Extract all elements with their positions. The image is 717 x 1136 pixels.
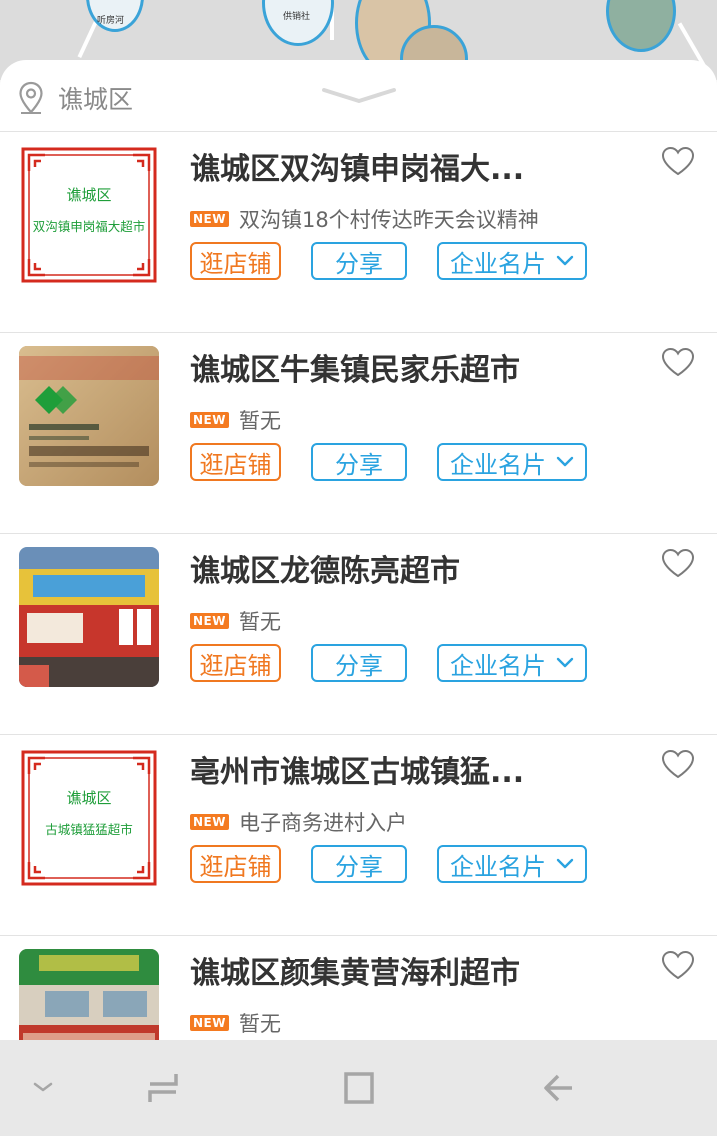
map-bubble[interactable] bbox=[606, 0, 676, 52]
favorite-heart-icon[interactable] bbox=[661, 950, 695, 980]
business-card-button[interactable]: 企业名片 bbox=[437, 242, 587, 280]
shop-list-sheet: 谯城区 谯城区 双沟镇申岗福大超市 谯城区双沟镇申岗福大... NEW 双沟镇1… bbox=[0, 60, 717, 1040]
chevron-down-icon bbox=[556, 456, 574, 467]
visit-store-button[interactable]: 逛店铺 bbox=[190, 845, 281, 883]
business-card-button[interactable]: 企业名片 bbox=[437, 443, 587, 481]
map-bubble[interactable]: 供销社 bbox=[262, 0, 334, 46]
shop-thumbnail[interactable] bbox=[19, 346, 159, 486]
back-icon[interactable] bbox=[542, 1070, 576, 1106]
shop-thumbnail[interactable] bbox=[19, 949, 159, 1040]
business-card-button[interactable]: 企业名片 bbox=[437, 845, 587, 883]
news-text: 双沟镇18个村传达昨天会议精神 bbox=[238, 208, 539, 232]
share-button[interactable]: 分享 bbox=[311, 845, 407, 883]
shop-thumbnail[interactable]: 谯城区 古城镇猛猛超市 bbox=[19, 748, 159, 888]
news-text: 电子商务进村入户 bbox=[238, 811, 407, 835]
shop-list-item[interactable]: 谯城区 双沟镇申岗福大超市 谯城区双沟镇申岗福大... NEW 双沟镇18个村传… bbox=[0, 132, 717, 333]
location-bar[interactable]: 谯城区 bbox=[18, 80, 133, 116]
home-icon[interactable] bbox=[342, 1070, 376, 1106]
shop-sign-image: 谯城区 双沟镇申岗福大超市 bbox=[19, 145, 159, 285]
sign-line-2: 古城镇猛猛超市 bbox=[45, 822, 133, 837]
shop-list-item[interactable]: 谯城区龙德陈亮超市 NEW 暂无 逛店铺 分享 企业名片 bbox=[0, 534, 717, 735]
new-badge: NEW bbox=[190, 412, 229, 428]
favorite-heart-icon[interactable] bbox=[661, 347, 695, 377]
visit-store-button[interactable]: 逛店铺 bbox=[190, 644, 281, 682]
shop-news[interactable]: NEW 暂无 bbox=[190, 1008, 281, 1038]
shop-news[interactable]: NEW 暂无 bbox=[190, 606, 281, 636]
share-button[interactable]: 分享 bbox=[311, 443, 407, 481]
shop-list-item[interactable]: 谯城区颜集黄营海利超市 NEW 暂无 逛店铺 分享 企业名片 bbox=[0, 936, 717, 1040]
shop-title[interactable]: 谯城区双沟镇申岗福大... bbox=[190, 144, 524, 188]
visit-store-button[interactable]: 逛店铺 bbox=[190, 242, 281, 280]
shop-thumbnail[interactable]: 谯城区 双沟镇申岗福大超市 bbox=[19, 145, 159, 285]
location-pin-icon bbox=[19, 81, 43, 114]
chevron-down-icon bbox=[556, 255, 574, 266]
shop-photo bbox=[19, 346, 159, 486]
new-badge: NEW bbox=[190, 613, 229, 629]
system-nav-bar bbox=[0, 1040, 717, 1136]
shop-title[interactable]: 谯城区颜集黄营海利超市 bbox=[190, 948, 520, 992]
recent-apps-icon[interactable] bbox=[146, 1070, 180, 1106]
favorite-heart-icon[interactable] bbox=[661, 749, 695, 779]
new-badge: NEW bbox=[190, 211, 229, 227]
chevron-down-icon bbox=[556, 657, 574, 668]
visit-store-button[interactable]: 逛店铺 bbox=[190, 443, 281, 481]
news-text: 暂无 bbox=[238, 409, 281, 433]
sign-line-1: 谯城区 bbox=[66, 186, 111, 204]
shop-title[interactable]: 谯城区牛集镇民家乐超市 bbox=[190, 345, 520, 389]
news-text: 暂无 bbox=[238, 1012, 281, 1036]
shop-title[interactable]: 谯城区龙德陈亮超市 bbox=[190, 546, 460, 590]
shop-news[interactable]: NEW 暂无 bbox=[190, 405, 281, 435]
shop-news[interactable]: NEW 双沟镇18个村传达昨天会议精神 bbox=[190, 204, 539, 234]
new-badge: NEW bbox=[190, 1015, 229, 1031]
location-text: 谯城区 bbox=[58, 85, 134, 114]
sign-line-1: 谯城区 bbox=[66, 789, 111, 807]
shop-photo bbox=[19, 949, 159, 1040]
shop-list: 谯城区 双沟镇申岗福大超市 谯城区双沟镇申岗福大... NEW 双沟镇18个村传… bbox=[0, 131, 717, 1040]
chevron-down-icon bbox=[556, 858, 574, 869]
share-button[interactable]: 分享 bbox=[311, 242, 407, 280]
new-badge: NEW bbox=[190, 814, 229, 830]
favorite-heart-icon[interactable] bbox=[661, 548, 695, 578]
hide-nav-icon[interactable] bbox=[32, 1070, 54, 1092]
shop-list-item[interactable]: 谯城区牛集镇民家乐超市 NEW 暂无 逛店铺 分享 企业名片 bbox=[0, 333, 717, 534]
sign-line-2: 双沟镇申岗福大超市 bbox=[33, 219, 146, 234]
shop-sign-image: 谯城区 古城镇猛猛超市 bbox=[19, 748, 159, 888]
shop-news[interactable]: NEW 电子商务进村入户 bbox=[190, 807, 407, 837]
shop-photo bbox=[19, 547, 159, 687]
shop-list-item[interactable]: 谯城区 古城镇猛猛超市 亳州市谯城区古城镇猛... NEW 电子商务进村入户 逛… bbox=[0, 735, 717, 936]
favorite-heart-icon[interactable] bbox=[661, 146, 695, 176]
business-card-button[interactable]: 企业名片 bbox=[437, 644, 587, 682]
collapse-handle-icon[interactable] bbox=[322, 86, 396, 106]
news-text: 暂无 bbox=[238, 610, 281, 634]
shop-title[interactable]: 亳州市谯城区古城镇猛... bbox=[190, 747, 524, 791]
shop-thumbnail[interactable] bbox=[19, 547, 159, 687]
share-button[interactable]: 分享 bbox=[311, 644, 407, 682]
